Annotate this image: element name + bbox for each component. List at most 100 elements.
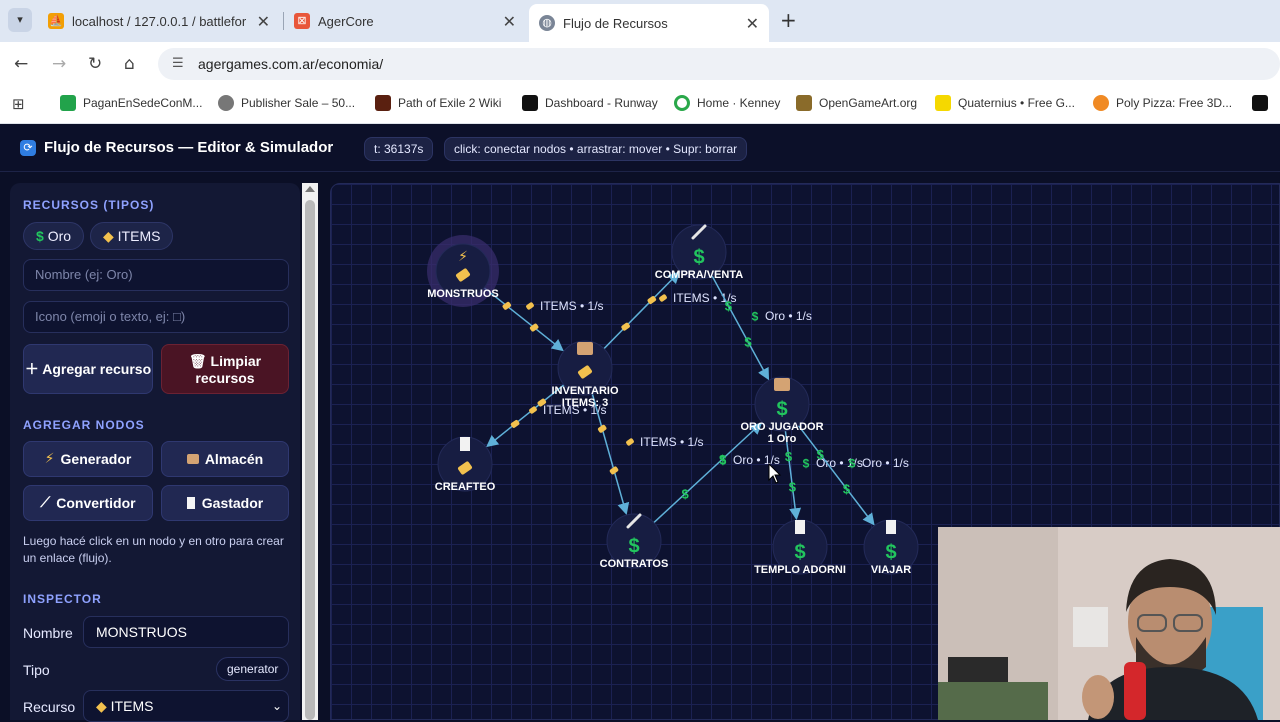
- receipt-icon: [186, 497, 195, 509]
- graph-node-templo[interactable]: $TEMPLO ADORNI: [754, 519, 846, 576]
- graph-node-inventario[interactable]: INVENTARIOITEMS: 3: [551, 340, 619, 409]
- add-converter-button[interactable]: ⟋ Convertidor: [23, 485, 153, 521]
- site-settings-icon[interactable]: ☰: [172, 56, 184, 71]
- scrollbar-thumb[interactable]: [305, 200, 315, 720]
- close-icon[interactable]: ✕: [257, 12, 270, 31]
- graph-node-monstruos[interactable]: ⚡ MONSTRUOS: [427, 235, 499, 307]
- tag-icon: ◆: [103, 229, 114, 245]
- home-icon[interactable]: ⌂: [124, 54, 135, 74]
- bookmark-item[interactable]: OpenGameArt.org: [796, 95, 917, 111]
- flow-edge[interactable]: $$$ Oro • 1/s: [797, 424, 909, 526]
- dollar-icon: $: [885, 542, 896, 564]
- tab-agercore[interactable]: ⊠ AgerCore ✕: [284, 6, 526, 36]
- receipt-icon: [460, 437, 470, 451]
- bookmark-item[interactable]: Poly Pizza: Free 3D...: [1093, 95, 1232, 111]
- resource-icon-input[interactable]: Icono (emoji o texto, ej: □): [23, 301, 289, 333]
- receipt-icon: [795, 520, 805, 534]
- flow-edge[interactable]: ITEMS • 1/s: [482, 286, 604, 352]
- lightning-icon: ⚡: [44, 451, 55, 467]
- add-storage-button[interactable]: Almacén: [161, 441, 289, 477]
- reload-icon[interactable]: ↻: [88, 54, 102, 74]
- bookmark-item[interactable]: Dashboard - Runway: [522, 95, 658, 111]
- dollar-icon: $: [794, 542, 805, 564]
- dollar-icon: $: [725, 299, 733, 314]
- node-label: ORO JUGADOR: [740, 421, 823, 433]
- graph-node-crafteo[interactable]: CREAFTEO: [435, 436, 496, 493]
- graph-node-compra[interactable]: $COMPRA/VENTA: [655, 224, 743, 281]
- node-resource-select[interactable]: ◆ ITEMS ⌄: [83, 690, 289, 722]
- edge-line: [710, 274, 770, 381]
- node-sublabel: ITEMS: 3: [562, 397, 608, 409]
- bookmarks-bar: ⊞ PaganEnSedeConM... Publisher Sale – 50…: [0, 86, 1280, 124]
- clear-resources-button[interactable]: 🗑 Limpiar recursos: [161, 344, 289, 394]
- add-sink-button[interactable]: Gastador: [161, 485, 289, 521]
- close-icon[interactable]: ✕: [746, 14, 759, 33]
- tab-localhost[interactable]: ⛵ localhost / 127.0.0.1 / battlefor ✕: [38, 6, 280, 36]
- address-bar: ← → ↻ ⌂ ☰ agergames.com.ar/economia/: [0, 42, 1280, 86]
- app-icon: ⊠: [294, 13, 310, 29]
- node-label: CONTRATOS: [600, 558, 669, 570]
- wand-icon: ⟋: [40, 495, 51, 511]
- bookmark-item[interactable]: Quaternius • Free G...: [935, 95, 1075, 111]
- name-label: Nombre: [23, 625, 73, 641]
- graph-node-contratos[interactable]: $CONTRATOS: [600, 513, 669, 570]
- back-icon[interactable]: ←: [14, 54, 28, 74]
- bookmark-item[interactable]: PaganEnSedeConM...: [60, 95, 202, 111]
- tab-label: AgerCore: [318, 13, 374, 29]
- url-text[interactable]: agergames.com.ar/economia/: [198, 56, 383, 72]
- bookmark-icon: [1252, 95, 1268, 111]
- edge-label: Oro • 1/s: [765, 309, 812, 323]
- node-sublabel: 1 Oro: [768, 433, 797, 445]
- node-label: MONSTRUOS: [427, 288, 499, 300]
- edge-line: [591, 392, 630, 516]
- dollar-icon: $: [628, 536, 639, 558]
- dollar-icon: $: [803, 457, 810, 471]
- phpmyadmin-icon: ⛵: [48, 13, 64, 29]
- bookmark-item[interactable]: Publisher Sale – 50...: [218, 95, 355, 111]
- tag-icon: [597, 424, 607, 433]
- scroll-up-icon[interactable]: [305, 186, 315, 192]
- forward-icon[interactable]: →: [52, 54, 66, 74]
- node-name-input[interactable]: MONSTRUOS: [83, 616, 289, 648]
- mouse-cursor-icon: [768, 463, 782, 484]
- tab-search-icon[interactable]: ▾: [8, 8, 32, 32]
- app-header: ⟳ Flujo de Recursos — Editor & Simulador…: [0, 124, 1280, 172]
- bookmark-item[interactable]: Path of Exile 2 Wiki: [375, 95, 501, 111]
- omnibox[interactable]: ☰ agergames.com.ar/economia/: [158, 48, 1280, 80]
- tag-icon: ◆: [96, 699, 107, 715]
- apps-grid-icon[interactable]: ⊞: [12, 95, 25, 113]
- tag-icon: [526, 302, 534, 310]
- tag-icon: [626, 438, 634, 446]
- nodes-heading: AGREGAR NODOS: [23, 418, 145, 432]
- dollar-icon: $: [682, 487, 690, 502]
- box-icon: [577, 342, 593, 355]
- bookmark-icon: [60, 95, 76, 111]
- resource-name-input[interactable]: Nombre (ej: Oro): [23, 259, 289, 291]
- bookmark-item[interactable]: Home · Kenney: [674, 95, 780, 111]
- resource-label: Recurso: [23, 699, 76, 715]
- browser-tab-bar: ▾ ⛵ localhost / 127.0.0.1 / battlefor ✕ …: [0, 0, 1280, 42]
- flow-icon: ⟳: [20, 140, 36, 156]
- graph-node-oro[interactable]: $ORO JUGADOR1 Oro: [740, 376, 824, 445]
- add-generator-button[interactable]: ⚡ Generador: [23, 441, 153, 477]
- node-label: COMPRA/VENTA: [655, 269, 743, 281]
- chevron-down-icon: ⌄: [271, 699, 282, 713]
- time-counter: t: 36137s: [364, 137, 434, 161]
- close-icon[interactable]: ✕: [503, 12, 516, 31]
- tab-flujo-recursos[interactable]: ◍ Flujo de Recursos ✕: [529, 4, 769, 42]
- node-type-badge: generator: [216, 657, 290, 681]
- node-label: CREAFTEO: [435, 481, 496, 493]
- add-resource-button[interactable]: ＋ Agregar recurso: [23, 344, 153, 394]
- node-label: TEMPLO ADORNI: [754, 564, 846, 576]
- resource-chip-oro[interactable]: $ Oro: [23, 222, 85, 250]
- plus-icon: ＋: [24, 361, 39, 377]
- webcam-person-image: [938, 527, 1280, 720]
- edge-line: [797, 424, 875, 526]
- bookmark-item[interactable]: [1252, 95, 1275, 111]
- resource-chip-items[interactable]: ◆ ITEMS: [90, 222, 174, 250]
- graph-node-viajar[interactable]: $VIAJAR: [863, 519, 919, 576]
- edge-label: Oro • 1/s: [862, 456, 909, 470]
- new-tab-button[interactable]: +: [780, 8, 797, 32]
- webcam-overlay: [938, 527, 1280, 720]
- flow-edge[interactable]: $$$ Oro • 1/s: [784, 429, 863, 521]
